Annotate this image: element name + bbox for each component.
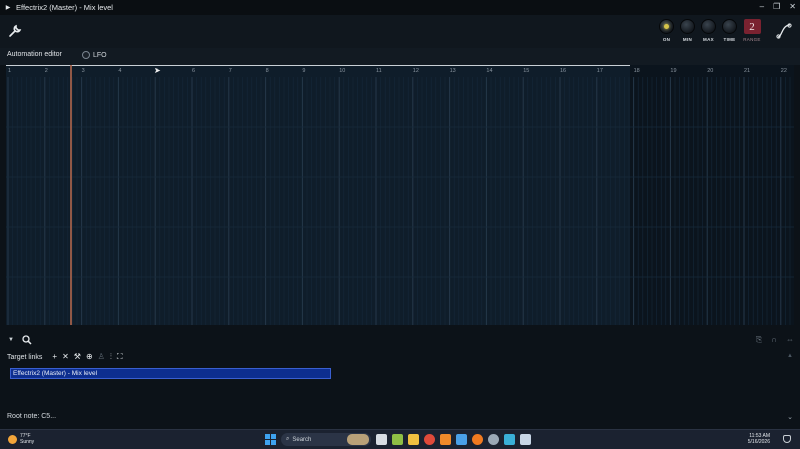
- magnet-icon[interactable]: ∩: [771, 335, 777, 345]
- editor-bottom-bar: ▼: [0, 332, 800, 348]
- mouse-cursor-icon: ➤: [154, 66, 161, 75]
- search-highlight-icon: [347, 434, 369, 445]
- fl-studio-icon[interactable]: [392, 434, 403, 445]
- restore-icon[interactable]: ❐: [773, 2, 780, 11]
- chrome-icon[interactable]: [424, 434, 435, 445]
- bar-number[interactable]: 21: [744, 68, 750, 74]
- levels-icon[interactable]: ⫶: [110, 352, 112, 362]
- bar-number[interactable]: 9: [302, 68, 305, 74]
- taskbar-search[interactable]: ⌕ Search: [281, 433, 371, 446]
- app-snip-icon[interactable]: [520, 434, 531, 445]
- bar-number[interactable]: 15: [523, 68, 529, 74]
- knob-time[interactable]: TIME: [721, 19, 738, 42]
- search-placeholder: Search: [292, 436, 312, 443]
- person-icon: ♙: [97, 352, 105, 361]
- clock-date: 5/16/2026: [747, 439, 770, 445]
- lfo-toggle[interactable]: LFO: [82, 51, 107, 59]
- target-links-toolbar: + ✕ ⚒ ⊕ ♙ ⫶ ⛶: [52, 352, 122, 362]
- bar-number[interactable]: 13: [450, 68, 456, 74]
- file-explorer-icon[interactable]: [408, 434, 419, 445]
- max-knob-icon[interactable]: [701, 19, 716, 34]
- knob-on[interactable]: ON: [658, 19, 675, 42]
- window-menu-icon[interactable]: ▶: [3, 4, 13, 11]
- target-links-label: Target links: [7, 353, 43, 361]
- bar-number[interactable]: 18: [634, 68, 640, 74]
- playhead[interactable]: [70, 65, 72, 325]
- chevron-down-icon[interactable]: ⌄: [787, 413, 793, 421]
- weather-widget[interactable]: 77°F Sunny: [8, 433, 35, 445]
- bar-number[interactable]: 1: [8, 68, 11, 74]
- range-control[interactable]: 2 RANGE: [742, 19, 762, 42]
- target-links-row: Target links + ✕ ⚒ ⊕ ♙ ⫶ ⛶: [0, 350, 800, 364]
- bar-number[interactable]: 11: [376, 68, 382, 74]
- automation-editor-title: Automation editor: [7, 51, 62, 58]
- window-controls: – ❐ ✕: [760, 2, 796, 11]
- fullscreen-icon[interactable]: ⛶: [117, 352, 123, 362]
- app-cyan-icon[interactable]: [504, 434, 515, 445]
- bar-number[interactable]: 4: [118, 68, 121, 74]
- automation-header: Automation editor LFO: [0, 48, 800, 65]
- on-knob-icon[interactable]: [659, 19, 674, 34]
- bar-ruler[interactable]: 1 2 3 4 5 6 7 8 9 10 11 12 13 14 15 16 17 18 19 20 21 22: [6, 68, 794, 77]
- paperclip-icon[interactable]: ⎘: [756, 335, 762, 345]
- app-blue-check-icon[interactable]: [456, 434, 467, 445]
- bar-number[interactable]: 8: [266, 68, 269, 74]
- taskbar-apps: ⌕ Search: [265, 433, 531, 446]
- lfo-radio-icon[interactable]: [82, 51, 90, 59]
- scroll-up-icon[interactable]: ▲: [787, 353, 793, 359]
- bar-number[interactable]: 6: [192, 68, 195, 74]
- taskbar-clock[interactable]: 11:53 AM 5/16/2026: [748, 433, 770, 445]
- range-value[interactable]: 2: [743, 19, 761, 34]
- windows-taskbar: 77°F Sunny ⌕ Search 11:53 AM 5/16/2026: [0, 429, 800, 449]
- remove-icon[interactable]: ✕: [62, 352, 69, 362]
- bar-number[interactable]: 10: [339, 68, 345, 74]
- bar-number[interactable]: 3: [82, 68, 85, 74]
- lfo-label: LFO: [93, 51, 107, 59]
- automation-grid[interactable]: 1 2 3 4 5 6 7 8 9 10 11 12 13 14 15 16 17 18 19 20 21 22 ➤: [6, 65, 794, 325]
- loop-range-line[interactable]: [6, 65, 630, 66]
- knob-max[interactable]: MAX: [700, 19, 717, 42]
- sun-icon: [8, 435, 17, 444]
- root-note[interactable]: Root note: C5...: [7, 413, 56, 420]
- knob-min[interactable]: MIN: [679, 19, 696, 42]
- target-link-item[interactable]: Effectrix2 (Master) - Mix level: [10, 368, 331, 379]
- notification-bell-icon[interactable]: [783, 435, 791, 443]
- app-orange-icon[interactable]: [440, 434, 451, 445]
- time-knob-icon[interactable]: [722, 19, 737, 34]
- edit-wrench-icon[interactable]: ⚒: [74, 352, 81, 362]
- search-icon: ⌕: [286, 436, 290, 442]
- bar-number[interactable]: 17: [597, 68, 603, 74]
- knob-group: ON MIN MAX TIME 2 RANGE: [658, 19, 762, 42]
- app-search-orange-icon[interactable]: [472, 434, 483, 445]
- bar-number[interactable]: 7: [229, 68, 232, 74]
- curve-tool-icon[interactable]: [776, 23, 792, 39]
- link-target-icon[interactable]: ⊕: [86, 352, 93, 362]
- task-view-icon[interactable]: [376, 434, 387, 445]
- window-title: Effectrix2 (Master) - Mix level: [16, 3, 113, 12]
- bar-number[interactable]: 2: [45, 68, 48, 74]
- dropdown-arrow-icon[interactable]: ▼: [8, 337, 14, 343]
- bar-number[interactable]: 22: [781, 68, 787, 74]
- grid-lines: [6, 77, 794, 325]
- title-bar: ▶ Effectrix2 (Master) - Mix level – ❐ ✕: [0, 0, 800, 15]
- zoom-icon[interactable]: [22, 335, 32, 345]
- weather-desc: Sunny: [20, 438, 35, 445]
- minimize-icon[interactable]: –: [760, 2, 764, 11]
- bar-number[interactable]: 20: [707, 68, 713, 74]
- plugin-toolbar: ON MIN MAX TIME 2 RANGE: [0, 15, 800, 48]
- start-icon[interactable]: [265, 434, 276, 445]
- bar-number[interactable]: 16: [560, 68, 566, 74]
- wrench-icon[interactable]: [8, 24, 22, 38]
- close-icon[interactable]: ✕: [789, 2, 796, 11]
- min-knob-icon[interactable]: [680, 19, 695, 34]
- right-tool-icons: ⎘ ∩ ⇔: [756, 335, 794, 345]
- bar-number[interactable]: 19: [670, 68, 676, 74]
- settings-gear-icon[interactable]: [488, 434, 499, 445]
- bar-number[interactable]: 14: [486, 68, 492, 74]
- bar-number[interactable]: 12: [413, 68, 419, 74]
- add-icon[interactable]: +: [52, 352, 57, 362]
- swap-icon[interactable]: ⇔: [786, 335, 794, 345]
